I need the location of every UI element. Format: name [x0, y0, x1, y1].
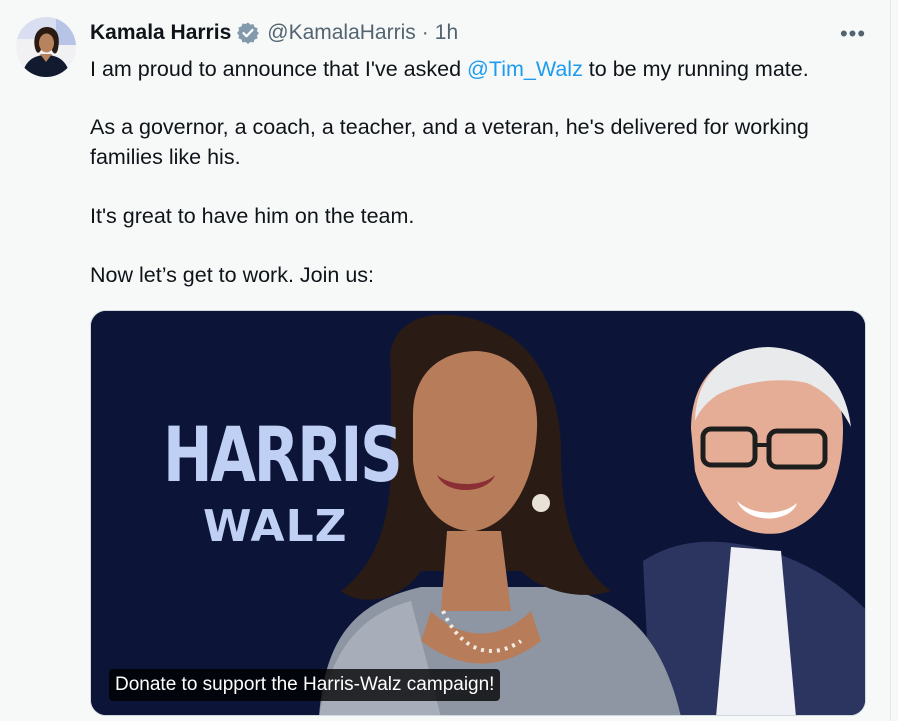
verified-badge-icon[interactable] [236, 21, 260, 45]
media-caption: Donate to support the Harris-Walz campai… [109, 669, 501, 701]
more-options-icon[interactable]: ••• [838, 20, 868, 48]
tweet-text-line-2: As a governor, a coach, a teacher, and a… [90, 115, 809, 139]
tweet-text-line-1: I am proud to announce that I've asked @… [90, 54, 870, 84]
tweet[interactable]: Kamala Harris @KamalaHarris · 1h ••• I a… [0, 0, 891, 721]
mention-link[interactable]: @Tim_Walz [467, 57, 583, 81]
separator-dot: · [421, 21, 429, 44]
avatar[interactable] [16, 17, 76, 77]
tweet-header: Kamala Harris @KamalaHarris · 1h [90, 19, 458, 47]
tweet-text-segment: I am proud to announce that I've asked [90, 57, 468, 81]
brand-harris: HARRIS [163, 410, 403, 499]
author-handle[interactable]: @KamalaHarris [267, 21, 416, 45]
avatar-image [16, 17, 76, 77]
timestamp[interactable]: 1h [435, 21, 458, 45]
author-name[interactable]: Kamala Harris [90, 21, 231, 45]
tweet-text-line-5: Now let’s get to work. Join us: [90, 263, 375, 287]
brand-walz: WALZ [203, 501, 348, 552]
tweet-text-segment: to be my running mate. [582, 57, 809, 81]
tweet-text-line-4: It's great to have him on the team. [90, 204, 415, 228]
media-card[interactable]: HARRIS WALZ Donate to support the Harris… [90, 310, 866, 716]
tweet-text-line-3: families like his. [90, 145, 241, 169]
